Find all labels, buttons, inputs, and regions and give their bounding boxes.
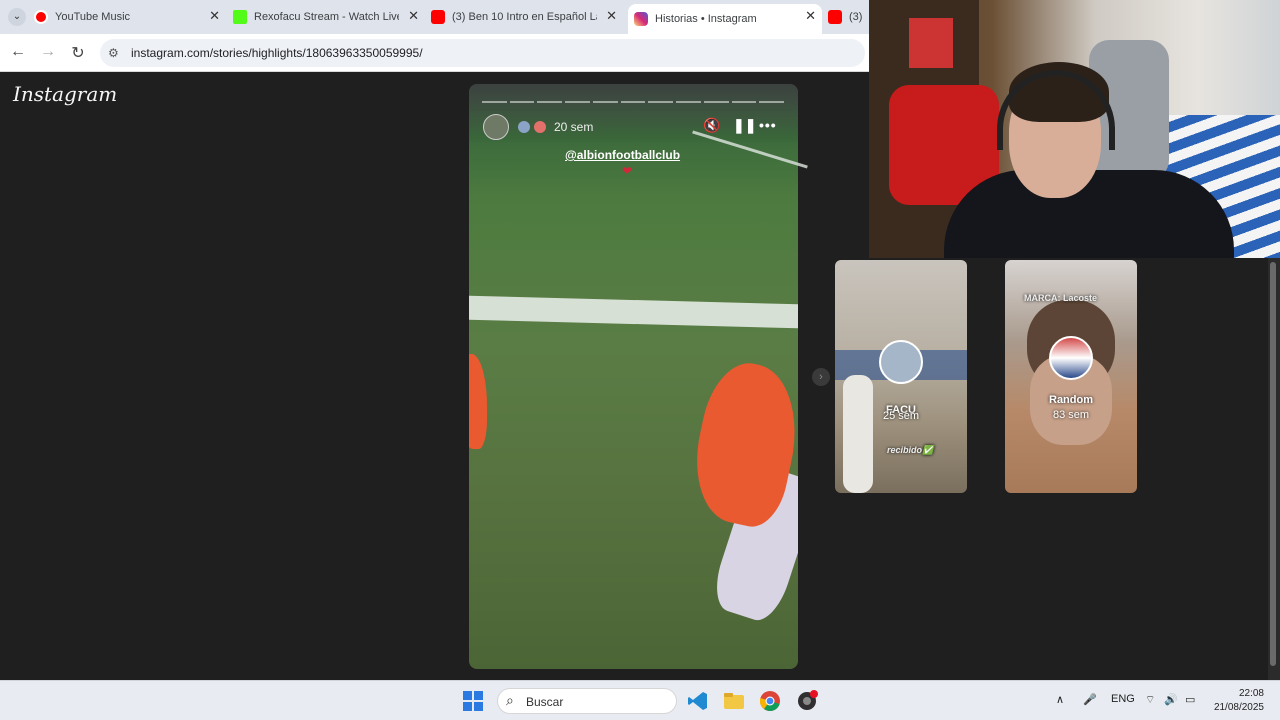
highlight-caption: recibido✅ <box>887 445 934 455</box>
story-progress-segment <box>731 101 757 103</box>
clock-time: 22:08 <box>1238 688 1264 699</box>
system-clock[interactable]: 22:08 21/08/2025 <box>1214 687 1264 715</box>
url-text: instagram.com/stories/highlights/1806396… <box>131 46 423 60</box>
webcam-person-body <box>944 170 1234 258</box>
story-progress-segment <box>592 101 618 103</box>
microphone-icon[interactable]: 🎤 <box>1083 693 1097 706</box>
emoji-icon <box>534 121 546 133</box>
volume-icon[interactable]: 🔊 <box>1164 693 1178 706</box>
close-icon[interactable]: ✕ <box>209 8 220 24</box>
story-avatar[interactable] <box>483 114 509 140</box>
forward-icon[interactable]: → <box>38 43 58 61</box>
youtube-icon <box>828 10 842 24</box>
youtube-icon <box>431 10 445 24</box>
tab-bar: ⌄ YouTube Music ✕ Rexofacu Stream - Watc… <box>0 0 870 34</box>
windows-start-icon[interactable] <box>462 690 484 712</box>
taskbar: ⌕ Buscar ∧ 🎤 ENG ⌔ 🔊 ▭ 22:08 21/08/2025 <box>0 680 1280 720</box>
highlight-card[interactable]: FACU 25 sem recibido✅ <box>835 260 967 493</box>
story-progress-segment <box>537 101 563 103</box>
highlight-card[interactable]: MARCA: Lacoste Random 83 sem <box>1005 260 1137 493</box>
story-progress-segment <box>703 101 729 103</box>
webcam-poster <box>909 18 953 68</box>
reload-icon[interactable]: ↻ <box>68 43 88 63</box>
next-story-icon[interactable]: › <box>812 368 830 386</box>
story-progress-segment <box>620 101 646 103</box>
site-info-icon[interactable]: ⚙ <box>108 46 119 60</box>
story-timestamp: 20 sem <box>554 120 594 134</box>
story-progress-segment <box>482 101 507 103</box>
highlight-avatar <box>1049 336 1093 380</box>
battery-icon[interactable]: ▭ <box>1185 693 1195 706</box>
taskbar-search[interactable]: ⌕ Buscar <box>497 688 677 714</box>
tab-rexofacu-stream[interactable]: Rexofacu Stream - Watch Live o ✕ <box>233 4 425 30</box>
youtube-music-icon <box>34 10 48 24</box>
clock-date: 21/08/2025 <box>1213 702 1264 713</box>
search-icon: ⌕ <box>506 692 514 708</box>
more-options-icon[interactable]: ••• <box>759 117 777 133</box>
highlight-title: Random <box>1049 394 1093 406</box>
close-icon[interactable]: ✕ <box>408 8 419 24</box>
card-scene-person <box>843 375 873 493</box>
tab-title: (3) <box>849 11 863 23</box>
tab-search-chevron-icon[interactable]: ⌄ <box>8 8 26 26</box>
scrollbar-thumb[interactable] <box>1270 262 1276 666</box>
address-bar: ← → ↻ ⚙ instagram.com/stories/highlights… <box>0 34 870 72</box>
tab-title: YouTube Music <box>55 11 131 23</box>
story-progress-segment <box>648 101 674 103</box>
highlight-time: 83 sem <box>1052 409 1090 421</box>
obs-icon[interactable] <box>796 690 818 712</box>
language-indicator[interactable]: ENG <box>1111 693 1135 705</box>
tab-title: Rexofacu Stream - Watch Live o <box>254 11 399 23</box>
back-icon[interactable]: ← <box>8 43 28 61</box>
mute-icon[interactable]: 🔇 <box>703 117 720 134</box>
soccer-ball-icon <box>518 121 530 133</box>
story-top-shade <box>469 84 798 144</box>
heart-icon: ❤ <box>622 164 633 178</box>
tab-ben10-intro[interactable]: (3) Ben 10 Intro en Español Lat ✕ <box>431 4 623 30</box>
close-icon[interactable]: ✕ <box>805 8 816 24</box>
search-label: Buscar <box>526 695 564 709</box>
wifi-icon[interactable]: ⌔ <box>1145 693 1155 707</box>
highlight-caption: MARCA: Lacoste <box>1024 293 1098 303</box>
story-viewer[interactable] <box>469 84 798 669</box>
tab-title: (3) Ben 10 Intro en Español Lat <box>452 11 597 23</box>
highlight-time: 25 sem <box>882 410 920 422</box>
story-progress-segment <box>565 101 590 103</box>
tab-youtube-music[interactable]: YouTube Music ✕ <box>34 4 226 30</box>
chevron-up-icon[interactable]: ∧ <box>1056 693 1064 706</box>
story-progress-segment <box>759 101 784 103</box>
vscode-icon[interactable] <box>687 690 709 712</box>
story-progress-segment <box>676 101 701 103</box>
story-progress-segment <box>509 101 535 103</box>
story-mention-link[interactable]: @albionfootballclub <box>565 148 680 162</box>
tab-title: Historias • Instagram <box>655 13 757 25</box>
tab-youtube-partial[interactable]: (3) <box>828 4 868 30</box>
close-icon[interactable]: ✕ <box>606 8 617 24</box>
chrome-icon[interactable] <box>759 690 781 712</box>
webcam-overlay <box>869 0 1280 258</box>
story-shoe-left <box>469 354 487 449</box>
file-explorer-icon[interactable] <box>723 690 745 712</box>
instagram-logo[interactable]: Instagram <box>13 82 117 106</box>
instagram-icon <box>634 12 648 26</box>
kick-icon <box>233 10 247 24</box>
highlight-avatar <box>879 340 923 384</box>
tab-instagram-stories[interactable]: Historias • Instagram ✕ <box>628 4 822 34</box>
url-field[interactable]: ⚙ instagram.com/stories/highlights/18063… <box>100 39 865 67</box>
pause-icon[interactable]: ❚❚ <box>733 117 756 134</box>
